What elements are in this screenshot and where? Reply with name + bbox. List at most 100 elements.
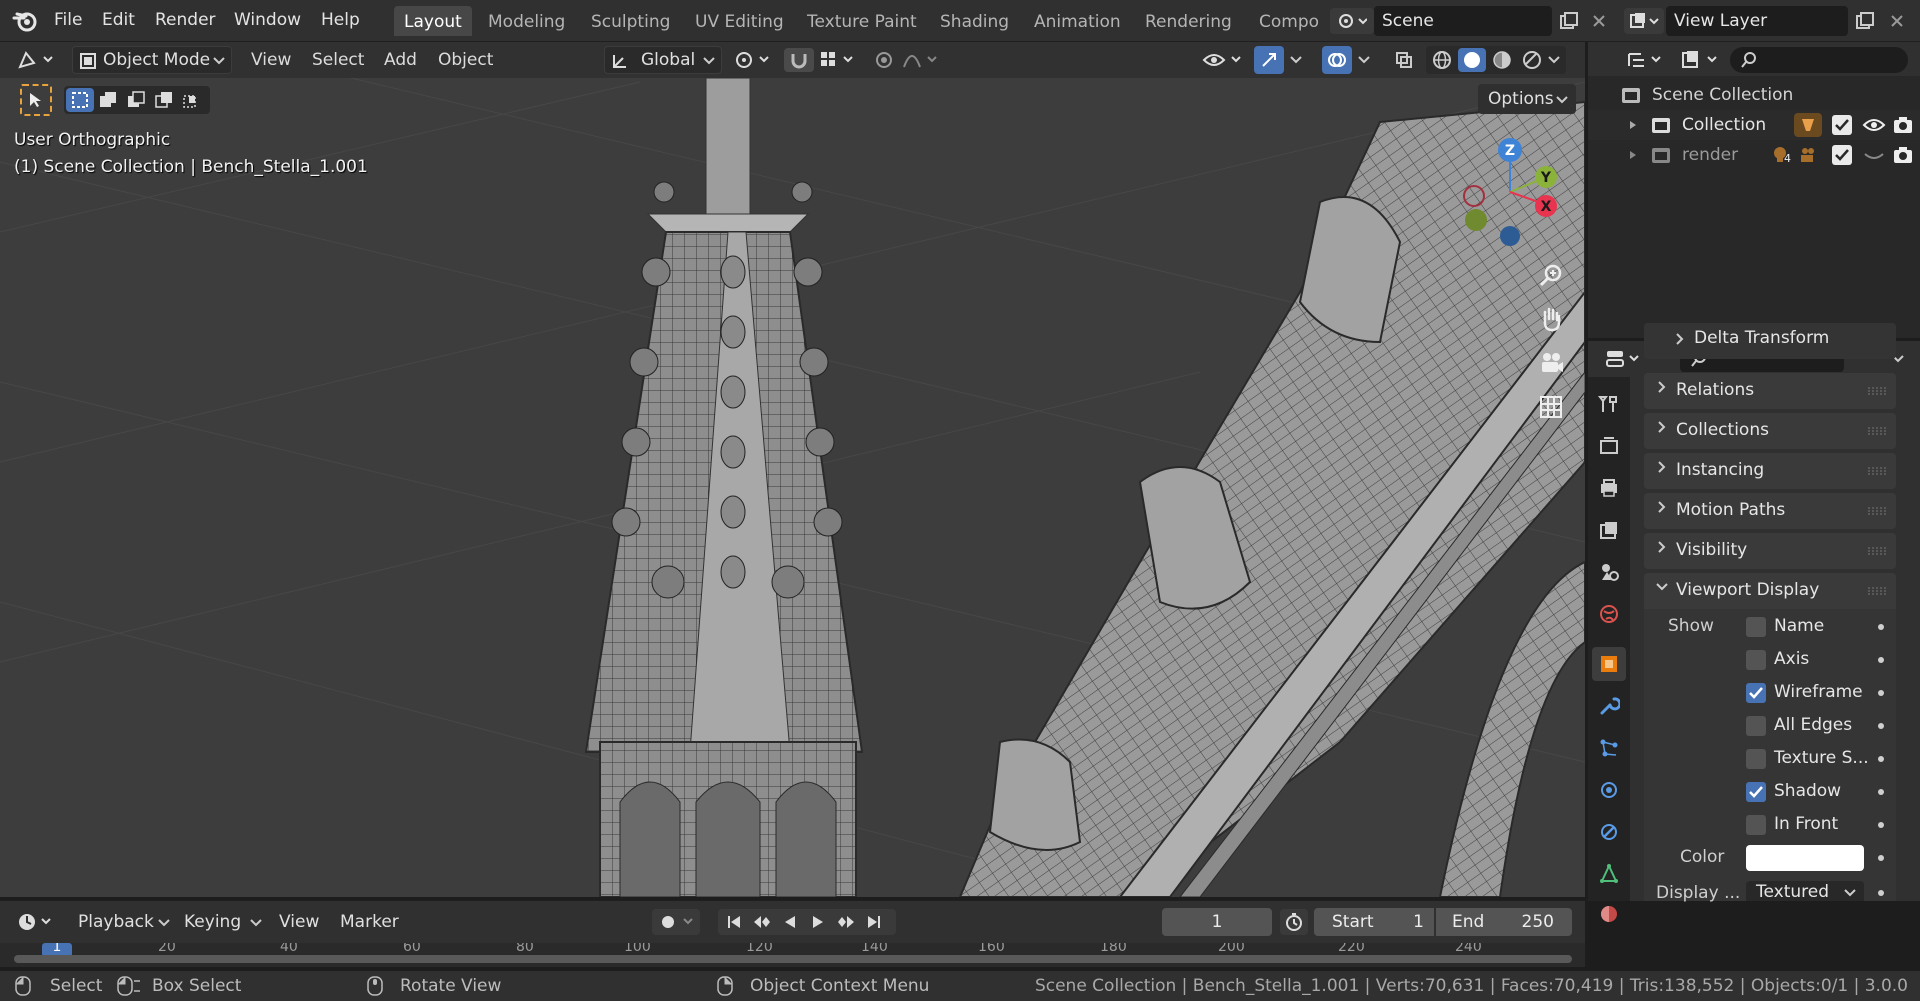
editor-type-button[interactable]: [14, 48, 58, 72]
select-mode-subtract-button[interactable]: [122, 88, 150, 112]
snap-target-button[interactable]: [816, 48, 860, 72]
camera-render-icon[interactable]: [1892, 145, 1914, 165]
keyframe-dot-icon[interactable]: [1878, 789, 1884, 795]
play-reverse-button[interactable]: [776, 910, 804, 934]
menu-file[interactable]: File: [54, 10, 82, 30]
panel-delta-transform[interactable]: Delta Transform: [1644, 323, 1896, 359]
drag-grip-icon[interactable]: [1868, 427, 1886, 435]
perspective-toggle-button[interactable]: [1532, 388, 1570, 426]
material-preview-button[interactable]: [1488, 48, 1516, 72]
keyframe-dot-icon[interactable]: [1878, 657, 1884, 663]
viewport-menu-select[interactable]: Select: [312, 50, 364, 70]
delete-scene-icon[interactable]: [1586, 8, 1612, 34]
select-mode-invert-button[interactable]: [150, 88, 178, 112]
workspace-tab-modeling[interactable]: Modeling: [478, 6, 575, 36]
rendered-shading-button[interactable]: [1518, 48, 1546, 72]
delete-view-layer-icon[interactable]: [1884, 8, 1910, 34]
jump-to-end-button[interactable]: [860, 910, 888, 934]
keyframe-dot-icon[interactable]: [1878, 890, 1884, 896]
solid-shading-button[interactable]: [1458, 48, 1486, 72]
outliner-row-collection[interactable]: Collection: [1588, 110, 1920, 140]
workspace-tab-layout[interactable]: Layout: [394, 6, 472, 36]
camera-view-button[interactable]: [1532, 344, 1570, 382]
tab-tool[interactable]: [1592, 387, 1626, 421]
object-color-swatch[interactable]: [1746, 845, 1864, 871]
scene-name-field[interactable]: Scene: [1374, 6, 1552, 36]
properties-editor-type-button[interactable]: [1602, 347, 1646, 371]
drag-grip-icon[interactable]: [1868, 507, 1886, 515]
select-box-tool[interactable]: [20, 84, 52, 116]
display-mode-button[interactable]: [1678, 48, 1726, 72]
keyframe-dot-icon[interactable]: [1878, 855, 1884, 861]
visibility-selectability-button[interactable]: [1200, 48, 1246, 72]
tab-modifiers[interactable]: [1592, 689, 1626, 723]
outliner-row-scene-collection[interactable]: Scene Collection: [1588, 80, 1920, 110]
workspace-tab-uv-editing[interactable]: UV Editing: [685, 6, 794, 36]
transform-orientation-selector[interactable]: Global: [604, 46, 722, 74]
3d-viewport[interactable]: Object Mode View Select Add Object Globa…: [0, 42, 1585, 897]
zoom-view-button[interactable]: [1532, 256, 1570, 294]
workspace-tab-compositing[interactable]: Compo: [1249, 6, 1329, 36]
overlays-toggle[interactable]: [1322, 46, 1352, 74]
viewport-menu-add[interactable]: Add: [384, 50, 417, 70]
snap-toggle[interactable]: [784, 48, 814, 72]
tab-particles[interactable]: [1592, 731, 1626, 765]
timeline-ruler[interactable]: 1 20 40 60 80 100 120 140 160 180 200 22…: [0, 943, 1585, 967]
drag-grip-icon[interactable]: [1868, 387, 1886, 395]
pan-view-button[interactable]: [1532, 300, 1570, 338]
new-scene-icon[interactable]: [1556, 8, 1582, 34]
workspace-tab-shading[interactable]: Shading: [930, 6, 1019, 36]
outliner-row-render[interactable]: render 4: [1588, 140, 1920, 170]
panel-visibility[interactable]: Visibility: [1644, 533, 1896, 569]
tab-render[interactable]: [1592, 429, 1626, 463]
proportional-editing-toggle[interactable]: [870, 48, 898, 72]
menu-edit[interactable]: Edit: [102, 10, 135, 30]
panel-relations[interactable]: Relations: [1644, 373, 1896, 409]
current-frame-field[interactable]: 1: [1162, 908, 1272, 936]
proportional-falloff-button[interactable]: [900, 48, 944, 72]
show-shadow-checkbox[interactable]: [1746, 782, 1766, 802]
auto-keying-toggle[interactable]: [652, 909, 700, 935]
keyframe-dot-icon[interactable]: [1878, 756, 1884, 762]
show-texture-space-checkbox[interactable]: [1746, 749, 1766, 769]
display-as-dropdown[interactable]: Textured: [1746, 881, 1864, 902]
keyframe-dot-icon[interactable]: [1878, 822, 1884, 828]
show-all-edges-checkbox[interactable]: [1746, 716, 1766, 736]
tab-world[interactable]: [1592, 597, 1626, 631]
timeline-scrollbar[interactable]: [14, 955, 1572, 963]
select-mode-intersect-button[interactable]: [178, 88, 206, 112]
jump-to-keyframe-back-button[interactable]: [748, 910, 776, 934]
menu-help[interactable]: Help: [321, 10, 360, 30]
panel-motion-paths[interactable]: Motion Paths: [1644, 493, 1896, 529]
timeline-editor-type-button[interactable]: [14, 909, 58, 935]
new-view-layer-icon[interactable]: [1852, 8, 1878, 34]
view-layer-selector-button[interactable]: [1624, 8, 1664, 34]
shading-dropdown[interactable]: [1544, 48, 1564, 72]
blender-logo-icon[interactable]: [12, 8, 38, 34]
tab-constraints[interactable]: [1592, 815, 1626, 849]
panel-instancing[interactable]: Instancing: [1644, 453, 1896, 489]
disclosure-triangle-icon[interactable]: [1628, 120, 1638, 130]
show-axis-checkbox[interactable]: [1746, 650, 1766, 670]
keyframe-dot-icon[interactable]: [1878, 624, 1884, 630]
panel-viewport-display[interactable]: Viewport Display: [1644, 573, 1896, 609]
eye-icon[interactable]: [1862, 116, 1886, 134]
drag-grip-icon[interactable]: [1868, 587, 1886, 595]
workspace-tab-texture-paint[interactable]: Texture Paint: [797, 6, 927, 36]
camera-object-icon[interactable]: [1798, 145, 1818, 165]
timeline-menu-marker[interactable]: Marker: [340, 912, 399, 932]
timeline-menu-view[interactable]: View: [279, 912, 319, 932]
keyframe-dot-icon[interactable]: [1878, 690, 1884, 696]
playback-menu[interactable]: Playback: [68, 907, 172, 937]
workspace-tab-sculpting[interactable]: Sculpting: [581, 6, 680, 36]
keyframe-dot-icon[interactable]: [1878, 723, 1884, 729]
gizmo-toggle[interactable]: [1254, 46, 1284, 74]
panel-collections[interactable]: Collections: [1644, 413, 1896, 449]
overlays-dropdown[interactable]: [1352, 48, 1376, 72]
xray-toggle[interactable]: [1390, 48, 1418, 72]
jump-to-start-button[interactable]: [720, 910, 748, 934]
options-dropdown[interactable]: Options: [1478, 84, 1576, 114]
viewport-menu-view[interactable]: View: [251, 50, 291, 70]
scene-selector-button[interactable]: [1330, 8, 1374, 34]
jump-to-keyframe-forward-button[interactable]: [832, 910, 860, 934]
